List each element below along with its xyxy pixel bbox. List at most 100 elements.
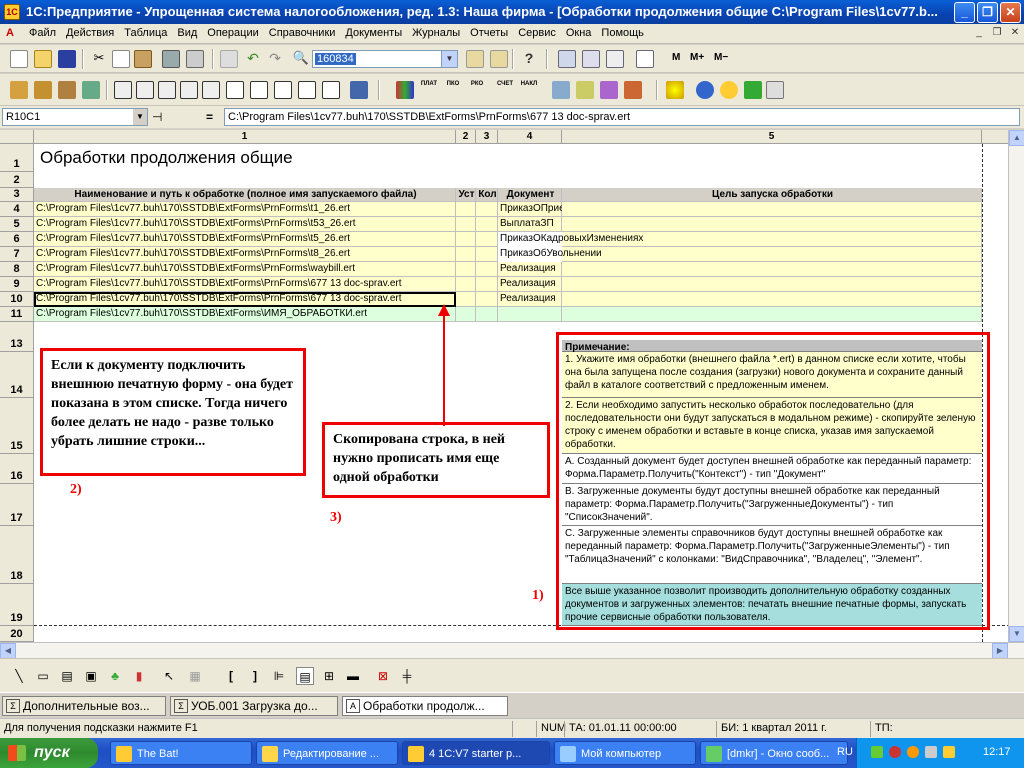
row-header[interactable]: 11 [0, 307, 34, 322]
menu-file[interactable]: Файл [24, 27, 61, 39]
chevron-down-icon[interactable]: ▼ [441, 51, 457, 67]
row-header[interactable]: 8 [0, 262, 34, 277]
path-cell[interactable]: C:\Program Files\1cv77.buh\170\SSTDB\Ext… [34, 307, 456, 322]
users-icon[interactable] [552, 81, 570, 99]
row-header[interactable]: 3 [0, 188, 34, 202]
report-icon[interactable] [180, 81, 198, 99]
path-cell[interactable]: C:\Program Files\1cv77.buh\170\SSTDB\Ext… [34, 202, 456, 217]
tab-load[interactable]: Σ УОБ.001 Загрузка до... [170, 696, 338, 716]
scroll-down-icon[interactable]: ▼ [1009, 626, 1024, 642]
picture-icon[interactable]: ▣ [82, 667, 100, 685]
settings-icon[interactable] [666, 81, 684, 99]
properties-icon[interactable] [220, 50, 238, 68]
speaker-icon[interactable] [943, 746, 955, 758]
document-cell[interactable] [498, 307, 562, 322]
purpose-cell[interactable] [562, 277, 982, 292]
cross-icon[interactable]: ⊠ [374, 667, 392, 685]
ruler-icon[interactable]: ▬ [344, 667, 362, 685]
align-icon[interactable]: ⊫ [270, 667, 288, 685]
calendar-icon[interactable] [582, 50, 600, 68]
task-thebat[interactable]: The Bat! [110, 741, 252, 765]
catalog-icon[interactable] [58, 81, 76, 99]
cell[interactable] [456, 247, 476, 262]
equals-button[interactable]: = [206, 110, 213, 124]
row-header[interactable]: 15 [0, 398, 34, 454]
report-icon[interactable] [250, 81, 268, 99]
row-header[interactable]: 6 [0, 232, 34, 247]
menu-help[interactable]: Помощь [596, 27, 649, 39]
menu-service[interactable]: Сервис [513, 27, 561, 39]
bracket-right-icon[interactable]: ] [246, 667, 264, 685]
report-icon[interactable] [202, 81, 220, 99]
document-cell[interactable]: Реализация [498, 292, 562, 307]
row-header[interactable]: 19 [0, 584, 34, 626]
path-cell[interactable]: C:\Program Files\1cv77.buh\170\SSTDB\Ext… [34, 277, 456, 292]
globe-icon[interactable] [696, 81, 714, 99]
grid-icon[interactable]: ▦ [186, 667, 204, 685]
rectangle-icon[interactable]: ▭ [34, 667, 52, 685]
smiley-icon[interactable] [720, 81, 738, 99]
cell[interactable] [456, 262, 476, 277]
redo-icon[interactable]: ↷ [266, 50, 284, 68]
diagram-icon[interactable]: ▮ [130, 667, 148, 685]
header-cell[interactable]: Уст [456, 188, 476, 202]
catalog-icon[interactable] [34, 81, 52, 99]
cell[interactable] [456, 232, 476, 247]
headers-toggle-icon[interactable]: ⊞ [320, 667, 338, 685]
pin-icon[interactable]: ⊣ [152, 110, 162, 124]
task-dmkr[interactable]: [dmkr] - Окно сооб... [700, 741, 848, 765]
menu-reports[interactable]: Отчеты [465, 27, 513, 39]
menu-catalogs[interactable]: Справочники [264, 27, 341, 39]
row-header[interactable]: 18 [0, 526, 34, 584]
tray-icon[interactable] [871, 746, 883, 758]
header-cell[interactable]: Цель запуска обработки [562, 188, 982, 202]
document-cell[interactable]: ПриказОбУвольнении [498, 247, 698, 262]
task-1c[interactable]: 4 1C:V7 starter p... [402, 741, 550, 765]
path-cell[interactable]: C:\Program Files\1cv77.buh\170\SSTDB\Ext… [34, 247, 456, 262]
document-cell[interactable]: ПриказОПриемеНаРаботу [498, 202, 623, 217]
cell-reference-field[interactable]: R10C1 ▼ [2, 108, 148, 126]
cell[interactable] [476, 202, 498, 217]
cell[interactable] [456, 292, 476, 307]
path-cell[interactable]: C:\Program Files\1cv77.buh\170\SSTDB\Ext… [34, 262, 456, 277]
save-icon[interactable] [58, 50, 76, 68]
mdi-minimize-button[interactable]: _ [972, 27, 986, 41]
column-header[interactable]: 2 [456, 130, 476, 144]
selected-path-cell[interactable]: C:\Program Files\1cv77.buh\170\SSTDB\Ext… [34, 292, 456, 307]
spreadsheet-grid[interactable]: 1 2 3 4 5 1 2 3 4 5 6 7 8 9 10 11 13 14 … [0, 130, 1010, 642]
task-editing[interactable]: Редактирование ... [256, 741, 398, 765]
pointer-icon[interactable]: ↖ [160, 667, 178, 685]
menu-journals[interactable]: Журналы [407, 27, 465, 39]
horizontal-scrollbar[interactable]: ◀ ▶ [0, 642, 1024, 659]
menu-actions[interactable]: Действия [61, 27, 119, 39]
language-indicator[interactable]: RU [837, 746, 853, 758]
row-header[interactable]: 7 [0, 247, 34, 262]
document-cell[interactable]: Реализация [498, 277, 562, 292]
column-header[interactable]: 5 [562, 130, 982, 144]
cash-expense-button[interactable]: РКО [468, 81, 486, 99]
tools-icon[interactable] [576, 81, 594, 99]
find-next-icon[interactable] [466, 50, 484, 68]
reports-icon[interactable] [600, 81, 618, 99]
task-my-computer[interactable]: Мой компьютер [554, 741, 696, 765]
path-cell[interactable]: C:\Program Files\1cv77.buh\170\SSTDB\Ext… [34, 217, 456, 232]
header-cell[interactable]: Кол [476, 188, 498, 202]
cell[interactable] [476, 277, 498, 292]
undo-icon[interactable]: ↶ [244, 50, 262, 68]
row-header[interactable]: 14 [0, 352, 34, 398]
report-icon[interactable] [114, 81, 132, 99]
row-header[interactable]: 17 [0, 484, 34, 526]
report-icon[interactable] [158, 81, 176, 99]
notebook-icon[interactable] [636, 50, 654, 68]
column-header[interactable]: 4 [498, 130, 562, 144]
row-header[interactable]: 4 [0, 202, 34, 217]
purpose-cell[interactable] [562, 307, 982, 322]
tray-icon[interactable] [889, 746, 901, 758]
catalog-icon[interactable] [82, 81, 100, 99]
line-icon[interactable]: ╲ [10, 667, 28, 685]
path-cell[interactable]: C:\Program Files\1cv77.buh\170\SSTDB\Ext… [34, 232, 456, 247]
scroll-right-icon[interactable]: ▶ [992, 643, 1008, 659]
open-folder-icon[interactable] [34, 50, 52, 68]
grid-corner[interactable] [0, 130, 34, 144]
ole-object-icon[interactable]: ♣ [106, 667, 124, 685]
